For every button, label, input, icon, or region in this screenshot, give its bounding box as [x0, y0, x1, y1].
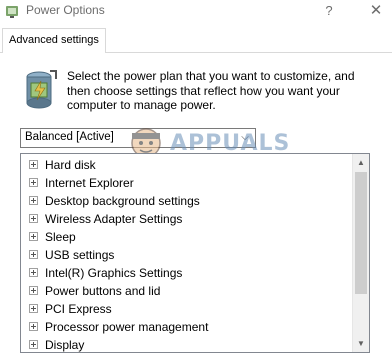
- scroll-up-icon[interactable]: ▲: [353, 154, 369, 171]
- tree-item-label: Processor power management: [45, 320, 209, 334]
- expand-plus-icon[interactable]: [29, 160, 38, 169]
- tree-item[interactable]: Hard disk: [21, 156, 351, 174]
- tree-item[interactable]: Wireless Adapter Settings: [21, 210, 351, 228]
- expand-plus-icon[interactable]: [29, 322, 38, 331]
- tree-item-label: Hard disk: [45, 158, 96, 172]
- expand-plus-icon[interactable]: [29, 250, 38, 259]
- power-options-icon: [6, 6, 18, 18]
- scroll-down-icon[interactable]: ▼: [353, 335, 369, 352]
- settings-tree[interactable]: Hard disk Internet Explorer Desktop backgr…: [20, 153, 370, 353]
- title-bar: Power Options ? ✕: [0, 0, 392, 22]
- expand-plus-icon[interactable]: [29, 286, 38, 295]
- tree-item-label: Sleep: [45, 230, 76, 244]
- expand-plus-icon[interactable]: [29, 340, 38, 349]
- close-button[interactable]: ✕: [366, 2, 386, 20]
- scroll-thumb[interactable]: [355, 172, 367, 294]
- tree-item[interactable]: Desktop background settings: [21, 192, 351, 210]
- window-title: Power Options: [26, 3, 105, 17]
- tree-item-label: USB settings: [45, 248, 115, 262]
- tree-item[interactable]: Intel(R) Graphics Settings: [21, 264, 351, 282]
- tree-item[interactable]: PCI Express: [21, 300, 351, 318]
- chevron-down-icon[interactable]: ⌵: [238, 130, 252, 146]
- tree-item-label: Power buttons and lid: [45, 284, 161, 298]
- tree-item[interactable]: Power buttons and lid: [21, 282, 351, 300]
- expand-plus-icon[interactable]: [29, 304, 38, 313]
- tree-item-label: PCI Express: [45, 302, 112, 316]
- tree-item[interactable]: USB settings: [21, 246, 351, 264]
- tab-advanced-settings[interactable]: Advanced settings: [2, 28, 106, 53]
- power-plan-icon: [26, 70, 57, 109]
- tree-item-label: Internet Explorer: [45, 176, 134, 190]
- settings-tree-items: Hard disk Internet Explorer Desktop backgr…: [21, 156, 351, 352]
- advanced-settings-panel: Select the power plan that you want to c…: [0, 53, 392, 353]
- expand-plus-icon[interactable]: [29, 178, 38, 187]
- expand-plus-icon[interactable]: [29, 196, 38, 205]
- tree-item[interactable]: Display: [21, 336, 351, 352]
- expand-plus-icon[interactable]: [29, 214, 38, 223]
- help-button[interactable]: ?: [319, 2, 339, 20]
- expand-plus-icon[interactable]: [29, 232, 38, 241]
- power-plan-dropdown[interactable]: Balanced [Active] ⌵: [20, 128, 256, 148]
- tree-item[interactable]: Processor power management: [21, 318, 351, 336]
- tree-item-label: Display: [45, 338, 85, 352]
- vertical-scrollbar[interactable]: ▲ ▼: [352, 154, 369, 352]
- expand-plus-icon[interactable]: [29, 268, 38, 277]
- tree-item-label: Intel(R) Graphics Settings: [45, 266, 183, 280]
- power-plan-value: Balanced [Active]: [25, 131, 114, 143]
- intro-text: Select the power plan that you want to c…: [67, 69, 355, 112]
- tree-item-label: Wireless Adapter Settings: [45, 212, 183, 226]
- tree-item-label: Desktop background settings: [45, 194, 200, 208]
- tab-strip: Advanced settings: [0, 22, 392, 53]
- tree-item[interactable]: Internet Explorer: [21, 174, 351, 192]
- tree-item[interactable]: Sleep: [21, 228, 351, 246]
